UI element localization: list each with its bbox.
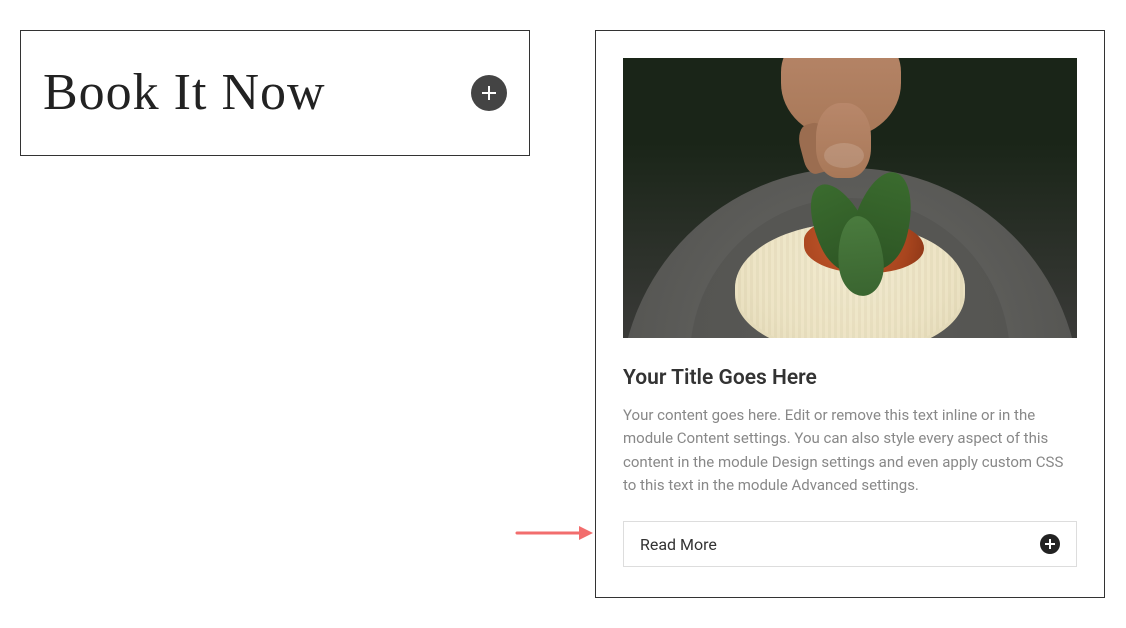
plus-icon — [1040, 534, 1060, 554]
read-more-button[interactable]: Read More — [623, 521, 1077, 567]
plus-icon — [471, 75, 507, 111]
book-it-now-label: Book It Now — [43, 67, 326, 119]
annotation-arrow-icon — [515, 525, 593, 541]
card-content: Your content goes here. Edit or remove t… — [623, 404, 1077, 497]
card-title: Your Title Goes Here — [623, 366, 1077, 390]
card-image — [623, 58, 1077, 338]
book-it-now-button[interactable]: Book It Now — [20, 30, 530, 156]
read-more-label: Read More — [640, 535, 717, 554]
content-card: Your Title Goes Here Your content goes h… — [595, 30, 1105, 598]
